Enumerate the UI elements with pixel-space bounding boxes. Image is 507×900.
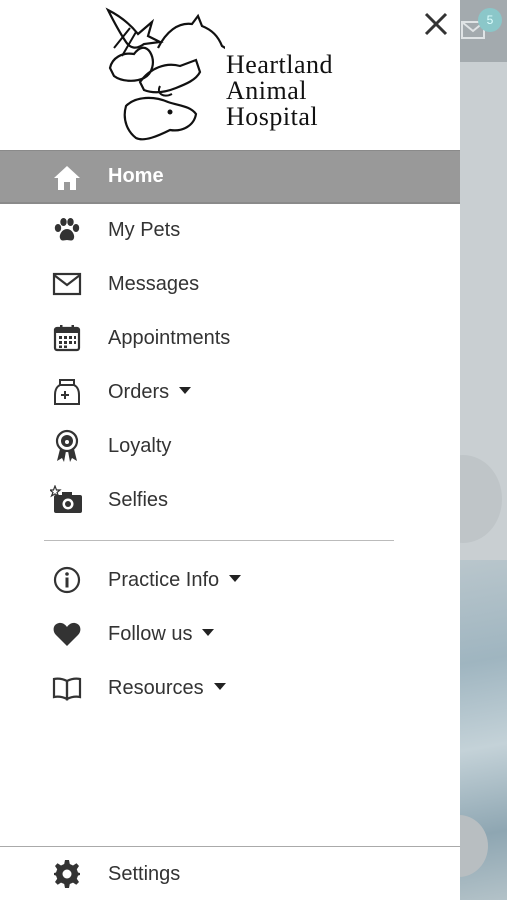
settings-divider (0, 846, 460, 847)
logo-line-3: Hospital (226, 102, 319, 131)
calendar-icon (50, 321, 84, 355)
home-icon (50, 161, 84, 195)
camera-icon (50, 483, 84, 517)
menu-item-messages[interactable]: Messages (0, 258, 460, 310)
menu-label-orders: Orders (108, 381, 192, 404)
gear-icon (50, 857, 84, 891)
close-icon[interactable] (420, 8, 452, 40)
menu-label-resources: Resources (108, 677, 226, 700)
menu-label-appointments: Appointments (108, 326, 231, 349)
menu-item-resources[interactable]: Resources (0, 662, 460, 714)
menu-label-follow-us: Follow us (108, 623, 215, 646)
chevron-down-icon[interactable] (229, 574, 242, 582)
menu-item-practice-info[interactable]: Practice Info (0, 554, 460, 606)
award-ribbon-icon (50, 429, 84, 463)
info-icon (50, 563, 84, 597)
chevron-down-icon[interactable] (213, 682, 226, 690)
message-count-badge: 5 (478, 8, 502, 32)
menu-divider (44, 540, 394, 541)
menu-label-messages: Messages (108, 272, 200, 295)
menu-item-orders[interactable]: Orders (0, 366, 460, 418)
menu-item-settings[interactable]: Settings (0, 848, 460, 900)
menu-item-home[interactable]: Home (0, 150, 460, 204)
menu-item-follow-us[interactable]: Follow us (0, 608, 460, 660)
menu-label-home: Home (108, 165, 164, 187)
food-bag-icon (50, 375, 84, 409)
menu-label-selfies: Selfies (108, 488, 169, 511)
heart-icon (50, 617, 84, 651)
menu-label-my-pets: My Pets (108, 218, 181, 241)
menu-item-appointments[interactable]: Appointments (0, 312, 460, 364)
menu-label-practice-info: Practice Info (108, 569, 242, 592)
chevron-down-icon[interactable] (202, 628, 215, 636)
navigation-drawer: Heartland Animal Hospital Home My Pets M… (0, 0, 460, 900)
chevron-down-icon[interactable] (179, 386, 192, 394)
menu-label-loyalty: Loyalty (108, 434, 172, 457)
menu-label-settings: Settings (108, 862, 181, 885)
animal-silhouettes-logo (105, 7, 225, 141)
menu-item-loyalty[interactable]: Loyalty (0, 420, 460, 472)
menu-item-selfies[interactable]: Selfies (0, 474, 460, 526)
envelope-icon (50, 267, 84, 301)
paw-icon (50, 213, 84, 247)
book-icon (50, 671, 84, 705)
menu-item-my-pets[interactable]: My Pets (0, 204, 460, 256)
